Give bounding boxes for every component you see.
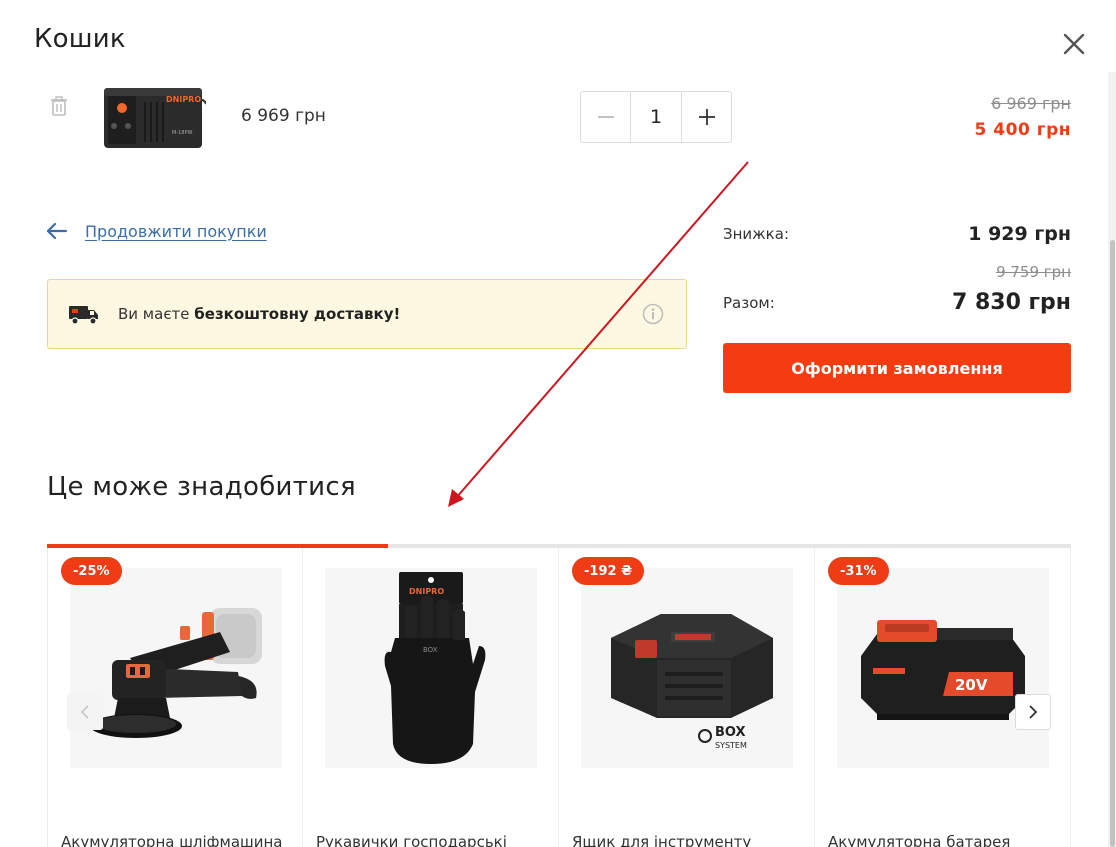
delivery-text-prefix: Ви маєте [118,305,190,323]
info-icon[interactable] [642,303,664,325]
close-button[interactable] [1058,28,1090,60]
cart-content: DNIPRO M-18PW 6 969 грн 1 6 969 грн 5 40… [0,72,1116,847]
welder-brand-logo: DNIPRO [166,95,201,104]
product-card[interactable]: -192 ₴ BOX SYSTEM Ящик для інструменту [559,548,815,847]
continue-shopping-link[interactable]: Продовжити покупки [46,220,267,242]
discount-label: Знижка: [723,225,789,243]
plus-icon [698,109,715,125]
gloves-brand-logo: DNIPRO [409,587,444,596]
product-card[interactable]: DNIPRO BOX Рукавички господарські [303,548,559,847]
minus-icon [597,116,614,118]
arrow-left-icon [46,222,68,240]
box-logo-line2: SYSTEM [715,741,747,750]
increase-quantity-button[interactable] [681,92,731,142]
item-discount-price: 5 400 грн [974,120,1071,140]
chevron-left-icon [80,705,89,719]
recommendations-title: Це може знадобитися [47,472,356,502]
product-image-toolbox[interactable]: BOX SYSTEM [581,568,793,768]
item-old-price: 6 969 грн [991,94,1071,113]
product-image-battery[interactable]: 20V [837,568,1049,768]
discount-badge: -25% [61,557,122,585]
scrollbar-thumb[interactable] [1110,240,1115,847]
discount-badge: -192 ₴ [572,557,645,585]
total-old-price: 9 759 грн [996,263,1071,281]
quantity-value[interactable]: 1 [631,92,681,142]
quantity-stepper: 1 [580,91,732,143]
checkout-button[interactable]: Оформити замовлення [723,343,1071,393]
product-image-welder[interactable]: DNIPRO M-18PW [100,82,207,152]
delivery-text-bold: безкоштовну доставку! [194,305,401,323]
box-logo-line1: BOX [715,725,746,740]
recommendations-carousel: -25% Акумуляторна шліфмашина DNIPRO BOX … [47,548,1071,847]
continue-shopping-label[interactable]: Продовжити покупки [85,222,267,241]
product-name[interactable]: Ящик для інструменту [572,833,808,847]
trash-icon[interactable] [50,96,68,116]
product-name[interactable]: Акумуляторна батарея [828,833,1064,847]
free-delivery-banner: Ви маєте безкоштовну доставку! [47,279,687,349]
free-delivery-text: Ви маєте безкоштовну доставку! [118,305,400,323]
cart-item-row: DNIPRO M-18PW 6 969 грн 1 6 969 грн 5 40… [0,72,1116,162]
svg-text:M-18PW: M-18PW [172,130,192,136]
product-image-grinder[interactable] [70,568,282,768]
product-name[interactable]: Рукавички господарські [316,833,552,847]
close-icon [1063,33,1085,55]
product-name[interactable]: Акумуляторна шліфмашина [61,833,297,847]
total-label: Разом: [723,294,775,312]
item-unit-price: 6 969 грн [241,106,326,126]
svg-text:BOX: BOX [423,646,438,654]
discount-value: 1 929 грн [968,223,1071,245]
total-value: 7 830 грн [952,290,1071,315]
carousel-prev-button[interactable] [67,694,103,730]
carousel-next-button[interactable] [1015,694,1051,730]
battery-label: 20V [955,676,988,694]
discount-badge: -31% [828,557,889,585]
product-image-gloves[interactable]: DNIPRO BOX [325,568,537,768]
decrease-quantity-button[interactable] [581,92,631,142]
truck-icon [69,306,98,325]
page-title: Кошик [34,24,126,54]
chevron-right-icon [1029,705,1038,719]
